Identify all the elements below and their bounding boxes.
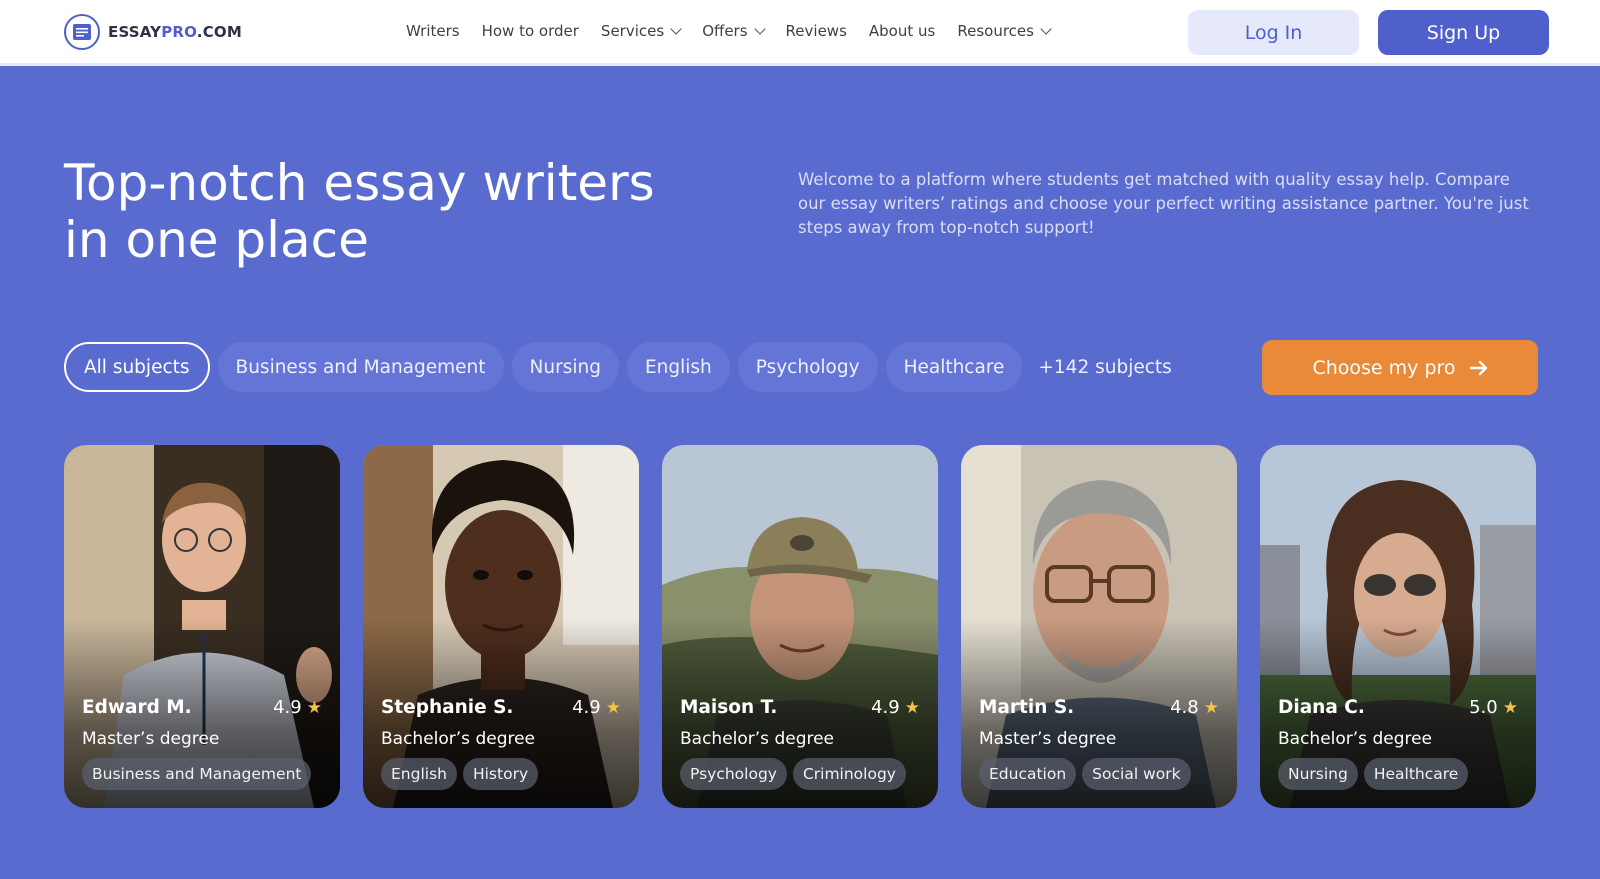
arrow-right-icon (1469, 360, 1487, 375)
writer-cards: Edward M. 4.9 ★ Master’s degree Business … (64, 445, 1536, 808)
page-title: Top-notch essay writers in one place (64, 154, 655, 269)
writer-degree: Bachelor’s degree (680, 729, 835, 749)
nav-writers[interactable]: Writers (406, 22, 460, 40)
writer-card[interactable]: Martin S. 4.8 ★ Master’s degree Education… (961, 445, 1237, 808)
writer-name: Stephanie S. (381, 697, 514, 718)
chip-healthcare[interactable]: Healthcare (885, 342, 1023, 392)
hero-description: Welcome to a platform where students get… (798, 170, 1529, 237)
star-icon: ★ (605, 697, 621, 718)
nav-reviews[interactable]: Reviews (786, 22, 847, 40)
writer-tags: Nursing Healthcare (1278, 758, 1469, 790)
writer-card[interactable]: Stephanie S. 4.9 ★ Bachelor’s degree Engl… (363, 445, 639, 808)
star-icon: ★ (1502, 697, 1518, 718)
more-subjects-link[interactable]: +142 subjects (1038, 357, 1171, 378)
writer-tags: Education Social work (979, 758, 1191, 790)
writer-rating: 5.0 ★ (1469, 697, 1518, 718)
writer-name: Edward M. (82, 697, 192, 718)
chip-nursing[interactable]: Nursing (511, 342, 619, 392)
writer-name: Diana C. (1278, 697, 1365, 718)
subject-tag: Business and Management (82, 758, 312, 790)
nav-offers[interactable]: Offers (702, 22, 766, 40)
writer-rating: 4.9 ★ (273, 697, 322, 718)
writer-tags: Psychology Criminology (680, 758, 906, 790)
chip-all-subjects[interactable]: All subjects (64, 342, 210, 392)
subject-tag: English (381, 758, 457, 790)
subject-tag: Education (979, 758, 1077, 790)
writer-degree: Bachelor’s degree (381, 729, 536, 749)
nav-about-us[interactable]: About us (869, 22, 935, 40)
logo-icon (64, 14, 100, 50)
writer-tags: Business and Management (82, 758, 312, 790)
writer-tags: English History (381, 758, 539, 790)
writer-degree: Bachelor’s degree (1278, 729, 1433, 749)
writer-rating: 4.9 ★ (572, 697, 621, 718)
logo[interactable]: ESSAYPRO.COM (64, 14, 242, 50)
subject-tag: Social work (1082, 758, 1191, 790)
subject-tag: Criminology (792, 758, 906, 790)
subject-tag: Nursing (1278, 758, 1358, 790)
writer-card[interactable]: Diana C. 5.0 ★ Bachelor’s degree Nursing … (1260, 445, 1536, 808)
subject-filter: All subjects Business and Management Nur… (64, 342, 1172, 392)
logo-text: ESSAYPRO.COM (108, 23, 242, 41)
chip-english[interactable]: English (626, 342, 730, 392)
nav-services[interactable]: Services (601, 22, 682, 40)
subject-tag: Healthcare (1363, 758, 1469, 790)
writer-rating: 4.8 ★ (1170, 697, 1219, 718)
star-icon: ★ (1203, 697, 1219, 718)
star-icon: ★ (904, 697, 920, 718)
nav-how-to-order[interactable]: How to order (482, 22, 579, 40)
subject-tag: Psychology (680, 758, 787, 790)
writer-degree: Master’s degree (82, 729, 220, 749)
writer-card[interactable]: Edward M. 4.9 ★ Master’s degree Business … (64, 445, 340, 808)
writer-name: Maison T. (680, 697, 778, 718)
choose-my-pro-button[interactable]: Choose my pro (1262, 340, 1538, 395)
chevron-down-icon (753, 23, 766, 35)
main-nav: Writers How to order Services Offers Rev… (406, 22, 1052, 40)
choose-my-pro-label: Choose my pro (1312, 356, 1456, 379)
site-header: ESSAYPRO.COM Writers How to order Servic… (0, 0, 1600, 66)
writer-card[interactable]: Maison T. 4.9 ★ Bachelor’s degree Psychol… (662, 445, 938, 808)
chevron-down-icon (670, 23, 682, 35)
writer-rating: 4.9 ★ (871, 697, 920, 718)
signup-button[interactable]: Sign Up (1378, 10, 1549, 55)
writer-degree: Master’s degree (979, 729, 1117, 749)
nav-resources[interactable]: Resources (957, 22, 1052, 40)
chevron-down-icon (1040, 23, 1052, 35)
writer-name: Martin S. (979, 697, 1075, 718)
star-icon: ★ (306, 697, 322, 718)
login-button[interactable]: Log In (1188, 10, 1359, 55)
chip-psychology[interactable]: Psychology (737, 342, 878, 392)
chip-business-and-management[interactable]: Business and Management (217, 342, 504, 392)
subject-tag: History (462, 758, 539, 790)
